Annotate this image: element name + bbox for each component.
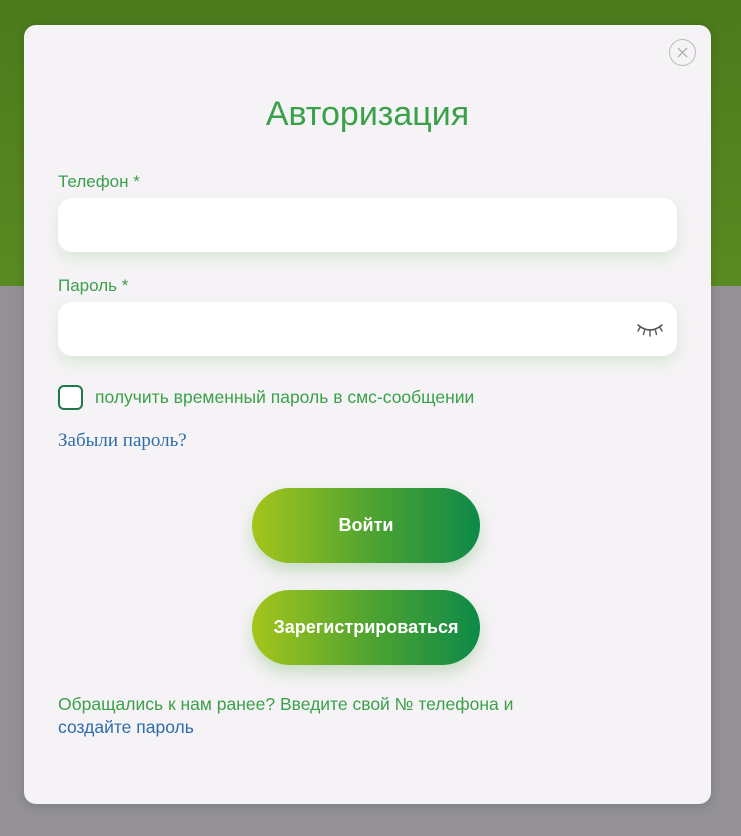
close-icon (677, 47, 688, 58)
footer-hint: Обращались к нам ранее? Введите свой № т… (58, 693, 678, 739)
password-input[interactable] (58, 302, 677, 356)
login-button[interactable]: Войти (252, 488, 480, 563)
create-password-link[interactable]: создайте пароль (58, 717, 194, 737)
auth-dialog: Авторизация Телефон * Пароль * получить … (24, 25, 711, 804)
dialog-title: Авторизация (265, 95, 470, 133)
sms-password-checkbox[interactable] (58, 385, 83, 410)
forgot-password-link[interactable]: Забыли пароль? (58, 430, 187, 452)
password-label: Пароль * (58, 276, 129, 295)
sms-password-label: получить временный пароль в смс-сообщени… (95, 387, 475, 407)
close-button[interactable] (669, 39, 696, 66)
register-button[interactable]: Зарегистрироваться (252, 590, 480, 665)
footer-hint-text: Обращались к нам ранее? Введите свой № т… (58, 694, 514, 714)
phone-label: Телефон * (58, 172, 140, 191)
eye-closed-icon[interactable] (636, 319, 664, 339)
phone-input[interactable] (58, 198, 677, 252)
